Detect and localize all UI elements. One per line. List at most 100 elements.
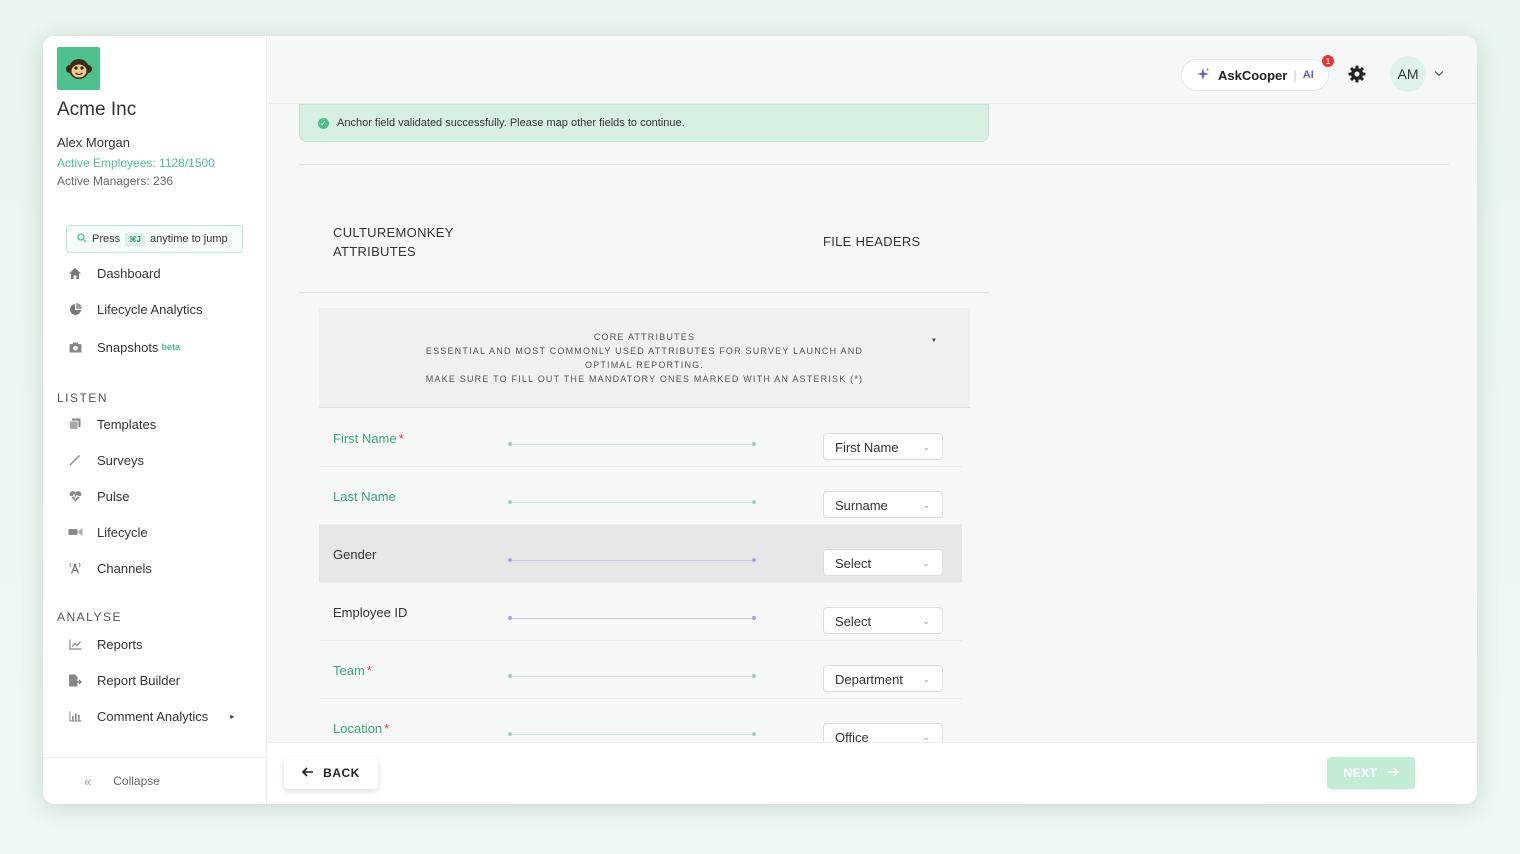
sparkle-icon <box>1196 67 1210 84</box>
collapse-toggle-icon[interactable]: ▼ <box>931 338 937 344</box>
pen-icon <box>67 452 83 468</box>
mapping-connector <box>508 732 756 736</box>
search-icon <box>77 232 87 246</box>
caret-down-icon: ⌄ <box>922 558 930 568</box>
sidebar-item-dashboard[interactable]: Dashboard <box>67 263 161 283</box>
file-header-select[interactable]: First Name ⌄ <box>823 433 943 460</box>
check-circle-icon: ✓ <box>318 117 329 129</box>
next-button[interactable]: NEXT <box>1327 757 1415 789</box>
sidebar-item-label: Lifecycle <box>97 524 148 540</box>
sidebar-item-label: Comment Analytics <box>97 708 209 724</box>
home-icon <box>67 265 83 281</box>
table-row: Gender Select ⌄ <box>319 525 962 583</box>
column-header-file-headers: FILE HEADERS <box>823 234 921 249</box>
active-managers: Active Managers: 236 <box>57 174 174 188</box>
sidebar-item-reports[interactable]: Reports <box>67 634 143 654</box>
camera-icon <box>67 339 83 355</box>
quick-jump-search[interactable]: Press ⌘J anytime to jump <box>66 225 243 253</box>
gear-icon[interactable] <box>1347 64 1367 84</box>
report-builder-icon <box>67 672 83 688</box>
shortcut-key: ⌘J <box>125 232 145 246</box>
required-asterisk: * <box>366 663 372 678</box>
sidebar-item-label: Dashboard <box>97 265 161 281</box>
attribute-label: Employee ID <box>333 605 408 620</box>
double-chevron-left-icon: « <box>84 773 92 789</box>
attribute-label: Gender <box>333 547 377 562</box>
required-asterisk: * <box>384 721 390 736</box>
jump-press-text: Press <box>92 233 121 245</box>
divider <box>299 292 989 293</box>
table-row: Employee ID Select ⌄ <box>319 583 962 641</box>
main-content: AskCooper | AI 1 AM ✓ Anchor field valid… <box>268 36 1477 804</box>
table-row: Team * Department ⌄ <box>319 641 962 699</box>
collapse-sidebar-button[interactable]: « Collapse <box>43 757 267 804</box>
sidebar-item-channels[interactable]: Channels <box>67 558 152 578</box>
lifecycle-icon <box>67 524 83 540</box>
sidebar-item-snapshots[interactable]: Snapshots beta <box>67 337 180 357</box>
sidebar: Acme Inc Alex Morgan Active Employees: 1… <box>43 36 267 804</box>
avatar[interactable]: AM <box>1390 56 1426 92</box>
expand-arrow-icon[interactable]: ▸ <box>230 712 234 721</box>
success-toast: ✓ Anchor field validated successfully. P… <box>299 104 989 142</box>
broadcast-icon <box>67 560 83 576</box>
mapping-connector <box>508 442 756 446</box>
file-header-select[interactable]: Department ⌄ <box>823 665 943 692</box>
sidebar-item-surveys[interactable]: Surveys <box>67 450 144 470</box>
caret-down-icon: ⌄ <box>922 442 930 452</box>
ai-label: AI <box>1302 69 1314 81</box>
caret-down-icon: ⌄ <box>922 500 930 510</box>
sidebar-item-lifecycle-analytics[interactable]: Lifecycle Analytics <box>67 299 203 319</box>
sidebar-item-label: Report Builder <box>97 672 181 688</box>
askcooper-button[interactable]: AskCooper | AI <box>1181 59 1329 91</box>
jump-rest-text: anytime to jump <box>150 233 228 245</box>
attribute-label: Team * <box>333 663 372 678</box>
sidebar-item-label: Channels <box>97 560 152 576</box>
back-label: BACK <box>323 766 360 780</box>
core-mandatory-note: MAKE SURE TO FILL OUT THE MANDATORY ONES… <box>425 373 864 384</box>
sidebar-item-label: Surveys <box>97 452 144 468</box>
table-row: First Name * First Name ⌄ <box>319 409 962 467</box>
sidebar-item-label: Reports <box>97 636 143 652</box>
mapping-connector <box>508 558 756 562</box>
sidebar-item-label: Pulse <box>97 488 130 504</box>
attribute-label: First Name * <box>333 431 404 446</box>
file-header-select[interactable]: Select ⌄ <box>823 549 943 576</box>
active-employees: Active Employees: 1128/1500 <box>57 156 215 170</box>
required-asterisk: * <box>398 431 404 446</box>
mapping-rows: First Name * First Name ⌄ Last Name Surnam… <box>319 409 970 742</box>
sidebar-item-pulse[interactable]: Pulse <box>67 486 130 506</box>
core-description: ESSENTIAL AND MOST COMMONLY USED ATTRIBU… <box>425 345 864 370</box>
chevron-down-icon[interactable] <box>1434 69 1444 80</box>
file-header-select[interactable]: Select ⌄ <box>823 607 943 634</box>
sidebar-item-report-builder[interactable]: Report Builder <box>67 670 180 690</box>
caret-down-icon: ⌄ <box>922 732 930 742</box>
caret-down-icon: ⌄ <box>922 616 930 626</box>
sidebar-item-comment-analytics[interactable]: Comment Analytics ▸ <box>67 706 234 726</box>
user-name: Alex Morgan <box>57 135 130 150</box>
notification-badge[interactable]: 1 <box>1322 55 1334 67</box>
monkey-logo-icon[interactable] <box>57 47 100 90</box>
arrow-left-icon <box>302 766 314 780</box>
sidebar-item-label: Templates <box>97 416 157 432</box>
divider <box>299 164 1449 165</box>
footer-bar: BACK NEXT <box>268 742 1477 804</box>
collapse-label: Collapse <box>113 774 160 788</box>
file-header-select[interactable]: Surname ⌄ <box>823 491 943 518</box>
sidebar-item-lifecycle[interactable]: Lifecycle <box>67 522 148 542</box>
section-label-listen: LISTEN <box>57 391 109 405</box>
file-header-select[interactable]: Office ⌄ <box>823 723 943 742</box>
column-header-line: ATTRIBUTES <box>333 244 416 259</box>
bar-chart-icon <box>67 708 83 724</box>
beta-badge: beta <box>161 342 180 352</box>
sidebar-item-templates[interactable]: Templates <box>67 414 156 434</box>
table-row: Last Name Surname ⌄ <box>319 467 962 525</box>
table-row: Location * Office ⌄ <box>319 699 962 742</box>
back-button[interactable]: BACK <box>284 757 378 789</box>
app-window: Acme Inc Alex Morgan Active Employees: 1… <box>43 36 1477 804</box>
sidebar-item-label: Lifecycle Analytics <box>97 301 203 317</box>
mapping-connector <box>508 616 756 620</box>
askcooper-label: AskCooper <box>1218 67 1288 83</box>
section-label-analyse: ANALYSE <box>57 610 122 624</box>
pie-chart-icon <box>67 301 83 317</box>
core-attributes-panel[interactable]: CORE ATTRIBUTES ESSENTIAL AND MOST COMMO… <box>319 308 970 408</box>
